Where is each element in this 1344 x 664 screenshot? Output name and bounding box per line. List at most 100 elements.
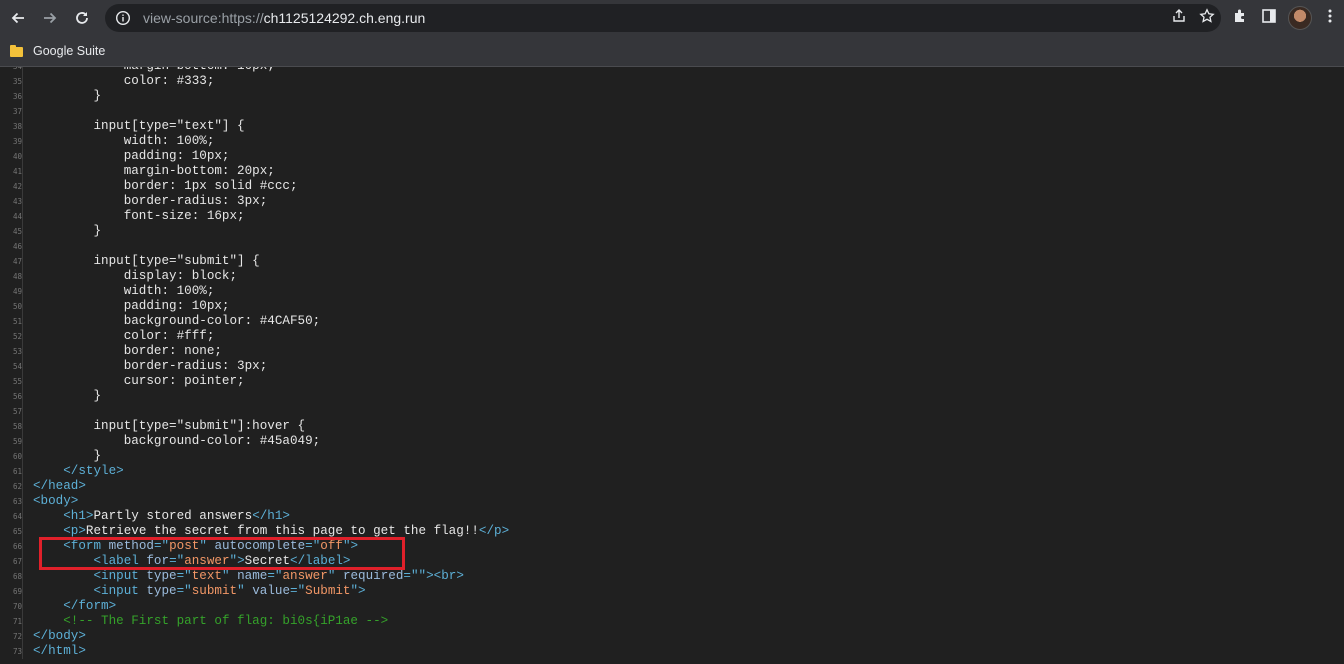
line-number: 66 [0, 539, 23, 554]
line-number: 61 [0, 464, 23, 479]
source-line: 50 padding: 10px; [0, 299, 1344, 314]
url-scheme: view-source:https:// [143, 10, 264, 26]
line-code: margin-bottom: 20px; [33, 164, 275, 178]
line-code: input[type="text"] { [33, 119, 245, 133]
source-line: 39 width: 100%; [0, 134, 1344, 149]
source-view: 34 margin-bottom: 10px;35 color: #333;36… [0, 67, 1344, 664]
highlight-box [39, 537, 405, 570]
line-code: } [33, 89, 102, 103]
source-line: 43 border-radius: 3px; [0, 194, 1344, 209]
line-number: 64 [0, 509, 23, 524]
line-number: 63 [0, 494, 23, 509]
line-number: 51 [0, 314, 23, 329]
line-code: </style> [63, 464, 124, 478]
line-code: } [33, 449, 102, 463]
line-code: input[type="submit"]:hover { [33, 419, 306, 433]
line-code: color: #fff; [33, 329, 215, 343]
line-number: 70 [0, 599, 23, 614]
line-code: width: 100%; [33, 284, 215, 298]
source-line: 64 <h1>Partly stored answers</h1> [0, 509, 1344, 524]
line-number: 53 [0, 344, 23, 359]
url-text: view-source:https://ch1125124292.ch.eng.… [143, 10, 425, 26]
line-code: <!-- The First part of flag: bi0s{iP1ae … [63, 614, 389, 628]
browser-toolbar: view-source:https://ch1125124292.ch.eng.… [0, 0, 1344, 36]
line-code: border: 1px solid #ccc; [33, 179, 298, 193]
line-code: color: #333; [33, 74, 215, 88]
line-code: <body> [33, 494, 79, 508]
source-line: 42 border: 1px solid #ccc; [0, 179, 1344, 194]
line-code: border: none; [33, 344, 222, 358]
source-line: 38 input[type="text"] { [0, 119, 1344, 134]
source-line: 35 color: #333; [0, 74, 1344, 89]
line-number: 34 [0, 67, 23, 74]
line-code: font-size: 16px; [33, 209, 245, 223]
share-icon[interactable] [1171, 8, 1187, 29]
source-line: 36 } [0, 89, 1344, 104]
star-icon[interactable] [1199, 7, 1215, 29]
line-number: 47 [0, 254, 23, 269]
source-line: 44 font-size: 16px; [0, 209, 1344, 224]
address-bar[interactable]: view-source:https://ch1125124292.ch.eng.… [105, 4, 1221, 32]
source-line: 62 </head> [0, 479, 1344, 494]
forward-button[interactable] [36, 4, 64, 32]
bookmark-folder-google-suite[interactable]: Google Suite [10, 44, 105, 58]
source-line: 55 cursor: pointer; [0, 374, 1344, 389]
line-code: } [33, 224, 102, 238]
source-line: 63 <body> [0, 494, 1344, 509]
source-line: 48 display: block; [0, 269, 1344, 284]
source-line: 57 [0, 404, 1344, 419]
source-line: 54 border-radius: 3px; [0, 359, 1344, 374]
line-code: } [33, 389, 102, 403]
forward-arrow-icon [44, 12, 57, 24]
source-line: 70 </form> [0, 599, 1344, 614]
line-number: 60 [0, 449, 23, 464]
back-button[interactable] [4, 4, 32, 32]
line-number: 49 [0, 284, 23, 299]
source-line: 53 border: none; [0, 344, 1344, 359]
line-number: 37 [0, 104, 23, 119]
line-number: 56 [0, 389, 23, 404]
line-code: </form> [63, 599, 117, 613]
source-line: 46 [0, 239, 1344, 254]
source-line: 34 margin-bottom: 10px; [0, 67, 1344, 74]
source-line: 45 } [0, 224, 1344, 239]
reload-icon [76, 12, 88, 24]
line-number: 72 [0, 629, 23, 644]
line-number: 48 [0, 269, 23, 284]
source-line: 58 input[type="submit"]:hover { [0, 419, 1344, 434]
source-line: 68 <input type="text" name="answer" requ… [0, 569, 1344, 584]
source-line: 37 [0, 104, 1344, 119]
line-number: 52 [0, 329, 23, 344]
line-code: border-radius: 3px; [33, 359, 268, 373]
back-arrow-icon [11, 12, 24, 24]
line-code: padding: 10px; [33, 299, 230, 313]
line-code: margin-bottom: 10px; [33, 67, 275, 74]
source-line: 73 </html> [0, 644, 1344, 659]
profile-avatar[interactable] [1288, 6, 1312, 30]
extensions-icon[interactable] [1232, 7, 1250, 30]
source-line: 59 background-color: #45a049; [0, 434, 1344, 449]
info-icon[interactable] [115, 10, 131, 26]
line-number: 40 [0, 149, 23, 164]
source-line: 61 </style> [0, 464, 1344, 479]
line-number: 41 [0, 164, 23, 179]
menu-kebab-icon[interactable] [1322, 7, 1338, 30]
line-code: input[type="submit"] { [33, 254, 260, 268]
line-code: background-color: #4CAF50; [33, 314, 321, 328]
line-number: 59 [0, 434, 23, 449]
source-line: 51 background-color: #4CAF50; [0, 314, 1344, 329]
side-panel-icon[interactable] [1260, 7, 1278, 30]
url-host: ch1125124292.ch.eng.run [263, 10, 426, 26]
line-code: </html> [33, 644, 86, 658]
source-line: 47 input[type="submit"] { [0, 254, 1344, 269]
line-number: 38 [0, 119, 23, 134]
source-line: 56 } [0, 389, 1344, 404]
source-line: 40 padding: 10px; [0, 149, 1344, 164]
line-number: 46 [0, 239, 23, 254]
line-code: border-radius: 3px; [33, 194, 268, 208]
line-number: 45 [0, 224, 23, 239]
source-line: 71 <!-- The First part of flag: bi0s{iP1… [0, 614, 1344, 629]
line-number: 50 [0, 299, 23, 314]
line-code: <input type="submit" value="Submit"> [93, 584, 366, 598]
reload-button[interactable] [68, 4, 96, 32]
